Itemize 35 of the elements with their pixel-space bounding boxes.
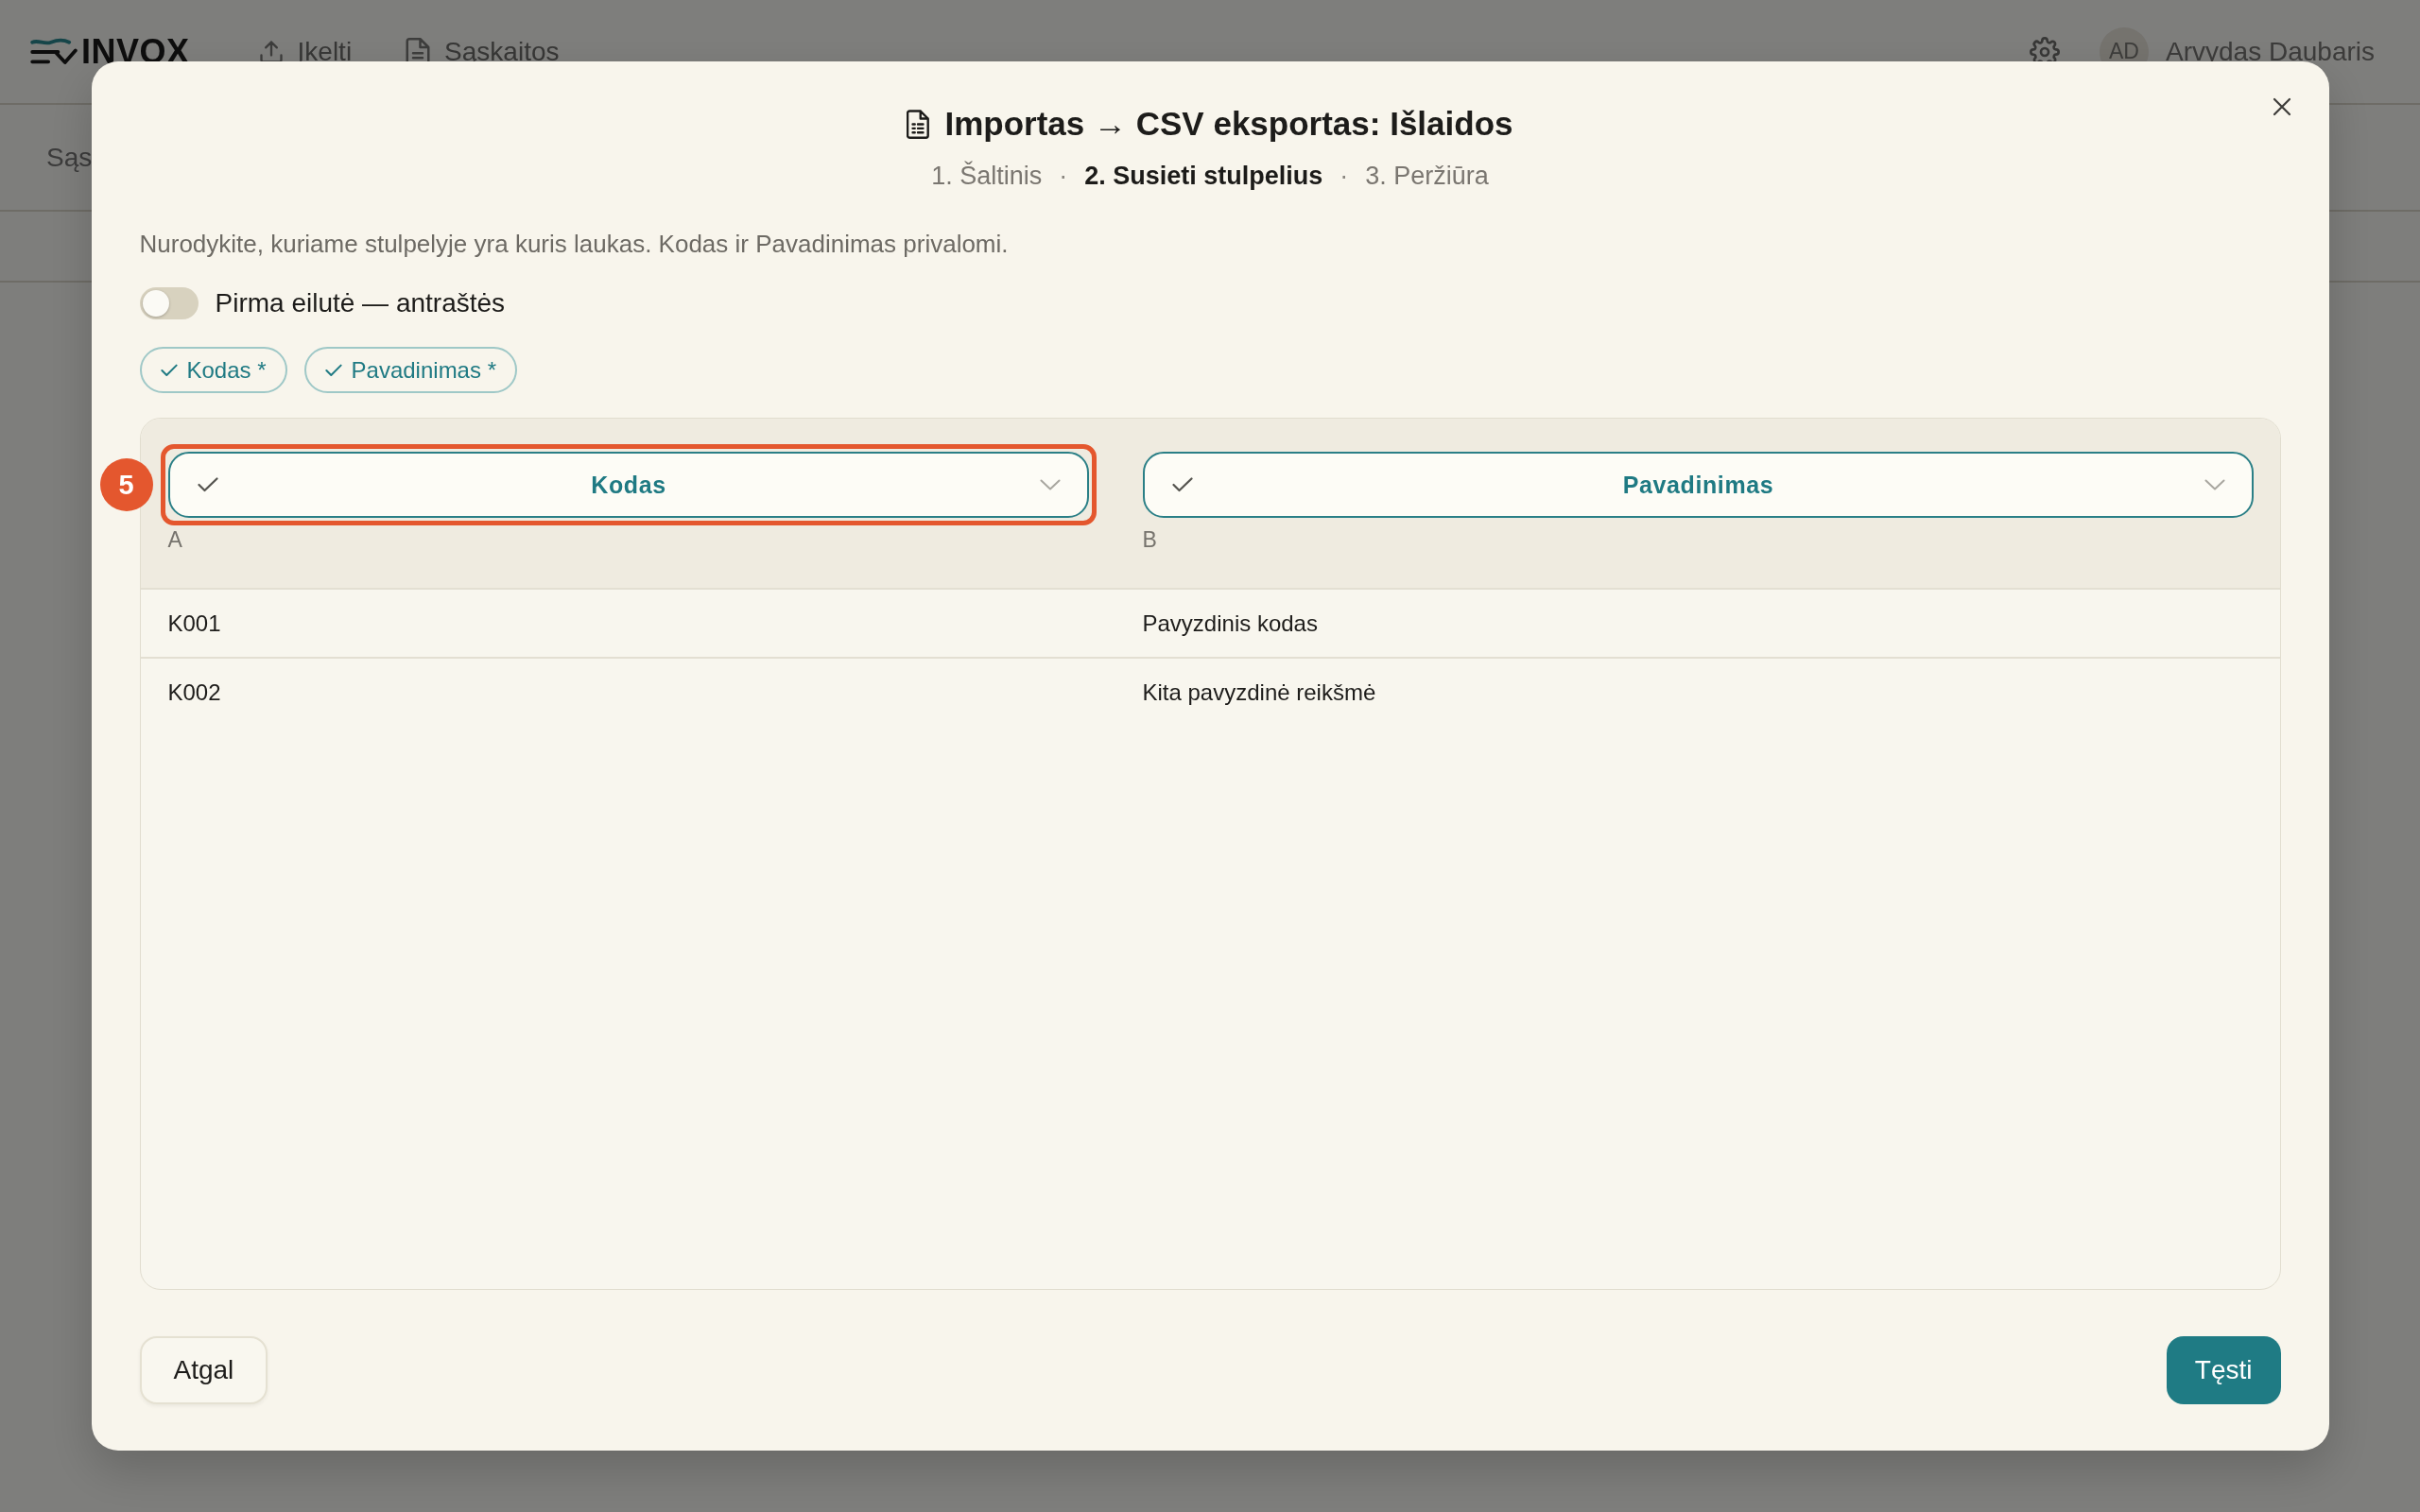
check-icon xyxy=(1171,477,1193,492)
check-icon xyxy=(324,363,342,377)
spreadsheet-document-icon xyxy=(907,109,930,139)
column-letter: A xyxy=(167,527,183,552)
column-field-select[interactable]: Pavadinimas xyxy=(1142,452,2254,518)
table-cell: K002 xyxy=(167,679,221,706)
required-field-chip: Kodas * xyxy=(139,347,287,393)
step-separator: · xyxy=(1340,161,1349,191)
check-icon xyxy=(160,363,178,377)
table-cell: K001 xyxy=(167,610,221,637)
column-letter: B xyxy=(1142,527,1158,552)
close-icon xyxy=(2272,97,2291,116)
dialog-title: Importas → CSV eksportas: Išlaidos xyxy=(944,104,1513,144)
wizard-step: 3. Peržiūra xyxy=(1365,161,1489,191)
continue-button[interactable]: Tęsti xyxy=(2166,1336,2281,1404)
table-cell: Pavyzdinis kodas xyxy=(1142,610,1318,637)
step-separator: · xyxy=(1059,161,1068,191)
chevron-down-icon xyxy=(2204,479,2225,490)
column-field-select[interactable]: Kodas xyxy=(167,452,1089,518)
subnav-item[interactable]: Sąs xyxy=(46,142,93,173)
wizard-step: 1. Šaltinis xyxy=(931,161,1043,191)
user-name: Arvydas Daubaris xyxy=(2166,36,2375,67)
chevron-down-icon xyxy=(1039,479,1061,490)
nav-link[interactable]: Įkelti xyxy=(257,36,353,67)
required-field-chip: Pavadinimas * xyxy=(303,347,517,393)
instruction-text: Nurodykite, kuriame stulpelyje yra kuris laukas. Kodas ir Pavadinimas privalomi. xyxy=(139,229,1010,260)
wizard-step: 2. Susieti stulpelius xyxy=(1084,161,1323,191)
back-button[interactable]: Atgal xyxy=(139,1336,268,1404)
check-icon xyxy=(197,477,218,492)
logo-icon xyxy=(30,37,78,66)
toggle-label: Pirma eilutė — antraštės xyxy=(215,288,506,318)
logo-text: INVOX xyxy=(81,31,190,72)
toggle-switch[interactable] xyxy=(139,287,199,319)
step-number-badge: 5 xyxy=(99,458,153,511)
table-cell: Kita pavyzdinė reikšmė xyxy=(1142,679,1376,706)
